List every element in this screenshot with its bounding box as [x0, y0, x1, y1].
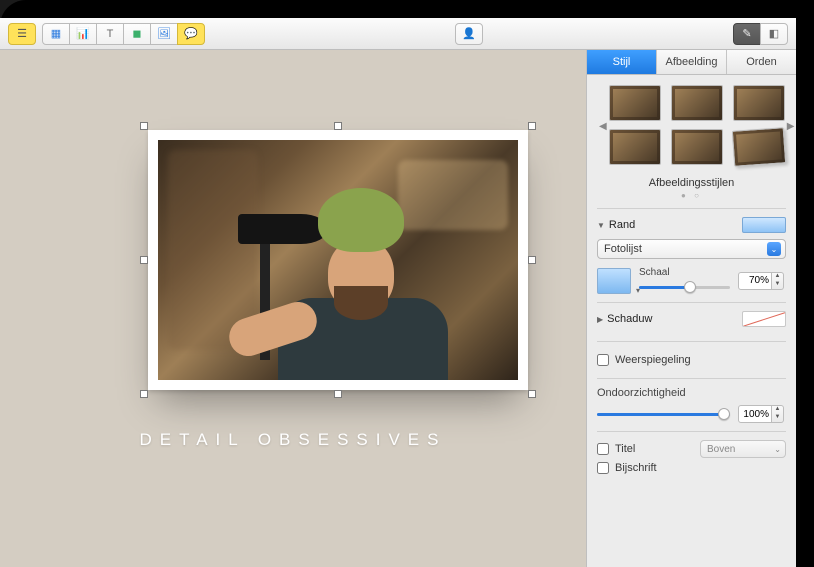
opacity-section: Ondoorzichtigheid ▲▼: [597, 378, 786, 431]
opacity-label: Ondoorzichtigheid: [597, 387, 786, 399]
document-icon: ◧: [769, 27, 779, 40]
slide-caption[interactable]: DETAIL OBSESSIVES: [0, 430, 586, 450]
inspector-tabs: Stijl Afbeelding Orden: [587, 50, 796, 75]
styles-page-dots[interactable]: ● ○: [597, 191, 786, 200]
reflection-checkbox[interactable]: [597, 354, 609, 366]
caption-checkbox[interactable]: [597, 462, 609, 474]
collaborate-icon: 👤: [462, 27, 476, 40]
scale-label: Schaal: [639, 267, 730, 278]
shape-button[interactable]: ◼: [123, 23, 151, 45]
collaborate-button[interactable]: 👤: [455, 23, 483, 45]
style-preset-4[interactable]: [609, 129, 661, 165]
text-icon: T: [107, 28, 114, 40]
style-preset-2[interactable]: [671, 85, 723, 121]
resize-handle-l[interactable]: [140, 256, 148, 264]
chart-icon: 📊: [76, 27, 90, 40]
tab-style[interactable]: Stijl: [587, 50, 657, 74]
disclosure-icon[interactable]: ▶: [597, 315, 603, 324]
selected-image[interactable]: [148, 130, 528, 390]
title-caption-section: Titel Boven ⌄ Bijschrift: [597, 431, 786, 486]
stepper-down-icon[interactable]: ▼: [772, 281, 783, 289]
scale-slider[interactable]: [639, 280, 730, 294]
frame-style-swatch[interactable]: [597, 268, 631, 294]
title-checkbox[interactable]: [597, 443, 609, 455]
format-icon: ✎: [742, 27, 751, 40]
view-toggle-button[interactable]: ☰: [8, 23, 36, 45]
toolbar: ☰ ▦ 📊 T ◼ 🖼 💬 👤 ✎ ◧: [0, 18, 796, 50]
opacity-stepper[interactable]: ▲▼: [738, 405, 786, 423]
photo-content: [158, 140, 518, 380]
border-type-select[interactable]: Fotolijst ⌄: [597, 239, 786, 259]
title-position-select[interactable]: Boven ⌄: [700, 440, 786, 458]
media-icon: 🖼: [157, 27, 171, 40]
format-inspector: Stijl Afbeelding Orden ◀ ▶: [586, 50, 796, 567]
table-icon: ▦: [51, 27, 61, 40]
styles-next-button[interactable]: ▶: [785, 121, 796, 132]
format-inspector-button[interactable]: ✎: [733, 23, 761, 45]
style-preset-6[interactable]: [732, 127, 786, 167]
stepper-down-icon[interactable]: ▼: [772, 414, 783, 422]
comment-icon: 💬: [184, 27, 198, 40]
resize-handle-br[interactable]: [528, 390, 536, 398]
select-chevron-icon: ⌄: [774, 445, 781, 454]
stepper-up-icon[interactable]: ▲: [772, 273, 783, 281]
shape-icon: ◼: [132, 27, 141, 40]
style-preset-1[interactable]: [609, 85, 661, 121]
shadow-section: ▶ Schaduw: [597, 302, 786, 341]
scale-value-input[interactable]: [738, 272, 772, 290]
document-inspector-button[interactable]: ◧: [760, 23, 788, 45]
table-button[interactable]: ▦: [42, 23, 70, 45]
resize-handle-tl[interactable]: [140, 122, 148, 130]
resize-handle-b[interactable]: [334, 390, 342, 398]
title-label: Titel: [615, 443, 635, 455]
scale-stepper[interactable]: ▲▼: [738, 272, 786, 290]
style-preset-3[interactable]: [733, 85, 785, 121]
reflection-label: Weerspiegeling: [615, 354, 691, 366]
tab-arrange[interactable]: Orden: [727, 50, 796, 74]
disclosure-icon[interactable]: ▼: [597, 221, 605, 230]
shadow-preview-swatch[interactable]: [742, 311, 786, 327]
tab-image[interactable]: Afbeelding: [657, 50, 727, 74]
resize-handle-r[interactable]: [528, 256, 536, 264]
stepper-up-icon[interactable]: ▲: [772, 406, 783, 414]
resize-handle-t[interactable]: [334, 122, 342, 130]
styles-title: Afbeeldingsstijlen: [597, 177, 786, 189]
border-type-value: Fotolijst: [604, 243, 642, 255]
opacity-value-input[interactable]: [738, 405, 772, 423]
comment-button[interactable]: 💬: [177, 23, 205, 45]
view-icon: ☰: [17, 27, 27, 40]
image-styles-grid: [609, 85, 785, 165]
resize-handle-tr[interactable]: [528, 122, 536, 130]
border-section: ▼ Rand Fotolijst ⌄ Schaal: [597, 208, 786, 302]
border-preview-swatch[interactable]: [742, 217, 786, 233]
resize-handle-bl[interactable]: [140, 390, 148, 398]
opacity-slider[interactable]: [597, 407, 730, 421]
shadow-label: Schaduw: [607, 313, 652, 325]
select-chevron-icon: ⌄: [767, 242, 781, 256]
text-button[interactable]: T: [96, 23, 124, 45]
chart-button[interactable]: 📊: [69, 23, 97, 45]
reflection-section: Weerspiegeling: [597, 341, 786, 378]
styles-prev-button[interactable]: ◀: [597, 121, 609, 132]
style-preset-5[interactable]: [671, 129, 723, 165]
slide-canvas[interactable]: DETAIL OBSESSIVES: [0, 50, 586, 567]
caption-label: Bijschrift: [615, 462, 657, 474]
border-label: Rand: [609, 219, 635, 231]
media-button[interactable]: 🖼: [150, 23, 178, 45]
title-position-value: Boven: [707, 444, 735, 455]
